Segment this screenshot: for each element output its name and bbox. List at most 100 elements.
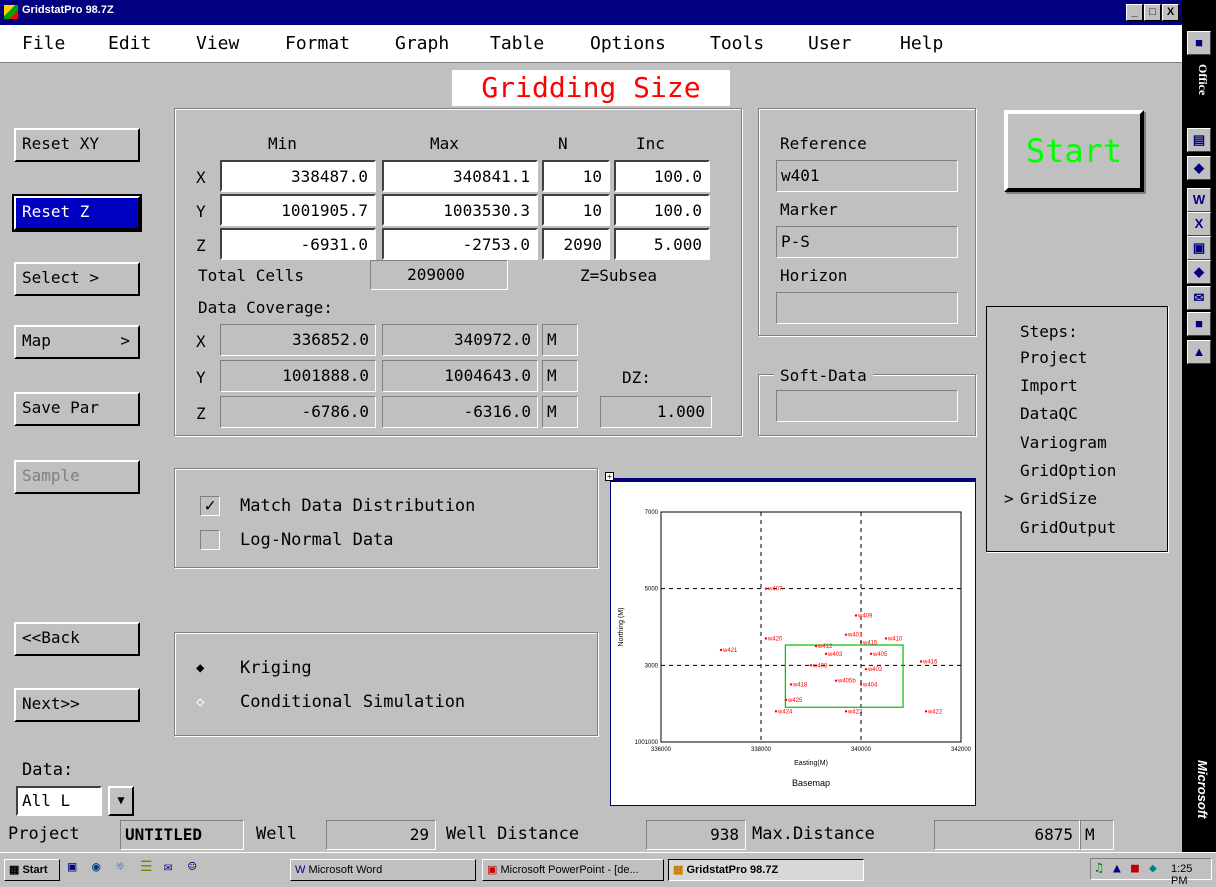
z-max-field[interactable]: -2753.0 (382, 228, 538, 260)
step-dataqc: DataQC (1020, 404, 1078, 423)
taskbar-powerpoint[interactable]: ▣ Microsoft PowerPoint - [de... (482, 859, 664, 881)
conditional-simulation-radio[interactable]: ◇ (196, 694, 204, 710)
taskbar-word[interactable]: W Microsoft Word (290, 859, 476, 881)
menu-table[interactable]: Table (490, 33, 544, 54)
menu-graph[interactable]: Graph (395, 33, 449, 54)
menu-user[interactable]: User (808, 33, 851, 54)
x-tick-label: 338000 (751, 747, 772, 753)
z-inc-field[interactable]: 5.000 (614, 228, 710, 260)
cov-z-label: Z (196, 404, 206, 423)
next-button[interactable]: Next>> (14, 688, 140, 722)
z-n-field[interactable]: 2090 (542, 228, 610, 260)
kriging-radio[interactable]: ◆ (196, 660, 204, 676)
well-label: w408 (812, 663, 828, 669)
outlook-icon[interactable]: ✉ (164, 859, 172, 875)
reference-value: w401 (776, 160, 958, 192)
network-icon[interactable]: ▲ (1113, 861, 1121, 876)
well-point (809, 664, 813, 667)
title-bar: GridstatPro 98.7Z _ □ X (0, 0, 1182, 25)
menu-help[interactable]: Help (900, 33, 943, 54)
minimize-button[interactable]: _ (1126, 4, 1143, 21)
tray-app-icon[interactable]: ■ (1131, 861, 1139, 876)
menu-tools[interactable]: Tools (710, 33, 764, 54)
y-min-field[interactable]: 1001905.7 (220, 194, 376, 226)
well-label: w422 (927, 709, 943, 715)
well-label: w423 (847, 709, 863, 715)
z-min-field[interactable]: -6931.0 (220, 228, 376, 260)
well-point (764, 637, 768, 640)
x-n-field[interactable]: 10 (542, 160, 610, 192)
binder-icon[interactable]: ▲ (1187, 340, 1211, 364)
desktop-icon[interactable]: ▣ (68, 859, 76, 875)
back-button[interactable]: <<Back (14, 622, 140, 656)
basemap-chart-panel[interactable]: 336000 338000 340000 342000 1001000 3000 5000 7… (610, 478, 976, 806)
taskbar-gridstat[interactable]: ▦ GridstatPro 98.7Z (668, 859, 864, 881)
explorer-icon[interactable]: ☼ (116, 859, 124, 875)
log-normal-checkbox[interactable] (200, 530, 220, 550)
soft-data-value (776, 390, 958, 422)
x-min-field[interactable]: 338487.0 (220, 160, 376, 192)
well-point (834, 679, 838, 682)
menu-edit[interactable]: Edit (108, 33, 151, 54)
soft-data-label: Soft-Data (774, 366, 873, 385)
browser-icon[interactable]: ◉ (92, 859, 100, 875)
y-n-field[interactable]: 10 (542, 194, 610, 226)
new-document-icon[interactable]: ▤ (1187, 128, 1211, 152)
match-distribution-label: Match Data Distribution (240, 496, 476, 516)
well-label: w405b (837, 679, 856, 685)
excel-icon[interactable]: X (1187, 212, 1211, 236)
sample-button[interactable]: Sample (14, 460, 140, 494)
map-button[interactable]: Map > (14, 325, 140, 359)
basemap-chart: 336000 338000 340000 342000 1001000 3000 5000 7… (618, 510, 972, 788)
y-inc-field[interactable]: 100.0 (614, 194, 710, 226)
office-logo-icon[interactable]: ■ (1187, 31, 1211, 55)
checkmark-icon: ✓ (204, 495, 216, 516)
x-max-field[interactable]: 340841.1 (382, 160, 538, 192)
well-label: w420 (767, 637, 783, 643)
volume-icon[interactable]: ♫ (1095, 861, 1103, 876)
close-button[interactable]: X (1162, 4, 1179, 21)
start-button[interactable]: Start (1004, 110, 1144, 192)
save-par-button[interactable]: Save Par (14, 392, 140, 426)
well-point (864, 667, 868, 671)
y-tick-label: 5000 (645, 587, 659, 593)
start-menu-button[interactable]: ▦ Start (4, 859, 60, 881)
reset-xy-button[interactable]: Reset XY (14, 128, 140, 162)
match-distribution-checkbox[interactable]: ✓ (200, 496, 220, 516)
open-document-icon[interactable]: ◆ (1187, 156, 1211, 180)
gridstat-task-icon: ▦ (673, 864, 684, 876)
data-filter-select[interactable]: All L (16, 786, 102, 816)
cov-x-label: X (196, 332, 206, 351)
help-icon[interactable]: ☺ (188, 859, 196, 875)
cov-x-min: 336852.0 (220, 324, 376, 356)
tray-tool-icon[interactable]: ◆ (1149, 861, 1157, 876)
word-icon[interactable]: W (1187, 188, 1211, 212)
select-button[interactable]: Select > (14, 262, 140, 296)
office-label: Office (1196, 64, 1210, 96)
y-max-field[interactable]: 1003530.3 (382, 194, 538, 226)
header-n: N (558, 134, 568, 153)
total-cells-label: Total Cells (198, 266, 304, 285)
reset-z-button[interactable]: Reset Z (12, 194, 142, 232)
menu-view[interactable]: View (196, 33, 239, 54)
clock: 1:25 PM (1171, 863, 1193, 887)
menu-format[interactable]: Format (285, 33, 350, 54)
schedule-icon[interactable]: ■ (1187, 312, 1211, 336)
maximize-button[interactable]: □ (1144, 4, 1161, 21)
row-z-label: Z (196, 236, 206, 255)
cov-y-unit: M (542, 360, 578, 392)
menu-options[interactable]: Options (590, 33, 666, 54)
menu-file[interactable]: File (22, 33, 65, 54)
resize-handle-icon[interactable]: + (605, 472, 614, 481)
well-point (844, 633, 848, 636)
mail-icon[interactable]: ✉ (1187, 286, 1211, 310)
step-project: Project (1020, 348, 1088, 367)
channels-icon[interactable]: ☰ (140, 859, 153, 875)
project-value: UNTITLED (120, 820, 244, 850)
powerpoint-icon[interactable]: ▣ (1187, 236, 1211, 260)
dropdown-arrow-icon[interactable]: ▼ (108, 786, 134, 816)
taskbar-gsp-label: GridstatPro 98.7Z (686, 864, 779, 876)
header-max: Max (430, 134, 459, 153)
access-icon[interactable]: ◆ (1187, 260, 1211, 284)
x-inc-field[interactable]: 100.0 (614, 160, 710, 192)
